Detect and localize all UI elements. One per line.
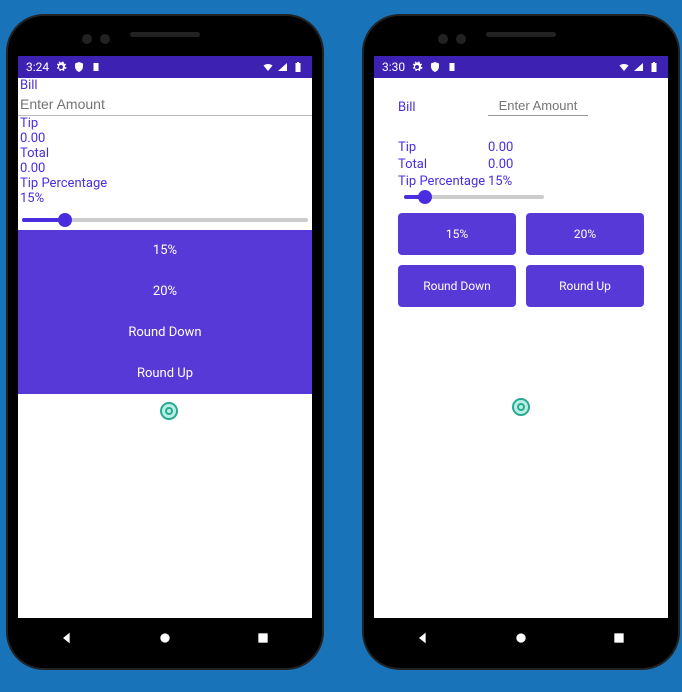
- shield-icon: [73, 61, 85, 73]
- shield-icon: [429, 61, 441, 73]
- phone-frame-left: 3:24: [8, 16, 322, 668]
- nav-recent-icon[interactable]: [611, 630, 627, 646]
- nav-back-icon[interactable]: [415, 630, 431, 646]
- tip-label: Tip: [18, 116, 312, 131]
- tip-15-button[interactable]: 15%: [18, 230, 312, 271]
- touch-indicator-icon: [160, 402, 178, 420]
- signal-icon: [277, 61, 289, 73]
- card-icon: [91, 61, 103, 73]
- status-bar: 3:24: [18, 56, 312, 78]
- round-down-button[interactable]: Round Down: [18, 312, 312, 353]
- bill-label: Bill: [18, 78, 312, 93]
- round-up-button[interactable]: Round Up: [526, 265, 644, 307]
- tip-pct-value: 15%: [488, 174, 512, 189]
- total-value: 0.00: [18, 161, 312, 176]
- tip-value: 0.00: [488, 140, 513, 155]
- tip-slider[interactable]: [398, 195, 644, 199]
- touch-indicator-icon: [512, 398, 530, 416]
- gear-icon: [411, 61, 423, 73]
- nav-bar: [18, 618, 312, 658]
- round-up-button[interactable]: Round Up: [18, 353, 312, 394]
- status-time: 3:24: [26, 60, 49, 74]
- card-icon: [447, 61, 459, 73]
- bezel-top: [374, 26, 668, 56]
- tip-20-button[interactable]: 20%: [18, 271, 312, 312]
- tip-20-button[interactable]: 20%: [526, 213, 644, 255]
- nav-recent-icon[interactable]: [255, 630, 271, 646]
- tip-value: 0.00: [18, 131, 312, 146]
- tip-label: Tip: [398, 140, 488, 155]
- gear-icon: [55, 61, 67, 73]
- total-label: Total: [18, 146, 312, 161]
- tip-15-button[interactable]: 15%: [398, 213, 516, 255]
- nav-home-icon[interactable]: [157, 630, 173, 646]
- total-label: Total: [398, 157, 488, 172]
- bill-label: Bill: [398, 100, 488, 115]
- nav-home-icon[interactable]: [513, 630, 529, 646]
- nav-bar: [374, 618, 668, 658]
- wifi-icon: [618, 61, 630, 73]
- tip-slider[interactable]: [18, 206, 312, 230]
- wifi-icon: [262, 61, 274, 73]
- tip-pct-label: Tip Percentage: [398, 174, 488, 189]
- bezel-top: [18, 26, 312, 56]
- round-down-button[interactable]: Round Down: [398, 265, 516, 307]
- nav-back-icon[interactable]: [59, 630, 75, 646]
- tip-pct-label: Tip Percentage: [18, 176, 312, 191]
- total-value: 0.00: [488, 157, 513, 172]
- status-bar: 3:30: [374, 56, 668, 78]
- tip-pct-value: 15%: [18, 191, 312, 206]
- status-time: 3:30: [382, 60, 405, 74]
- phone-frame-right: 3:30: [364, 16, 678, 668]
- signal-icon: [633, 61, 645, 73]
- amount-input[interactable]: [488, 98, 588, 116]
- battery-icon: [648, 61, 660, 73]
- amount-input[interactable]: [18, 93, 312, 116]
- battery-icon: [292, 61, 304, 73]
